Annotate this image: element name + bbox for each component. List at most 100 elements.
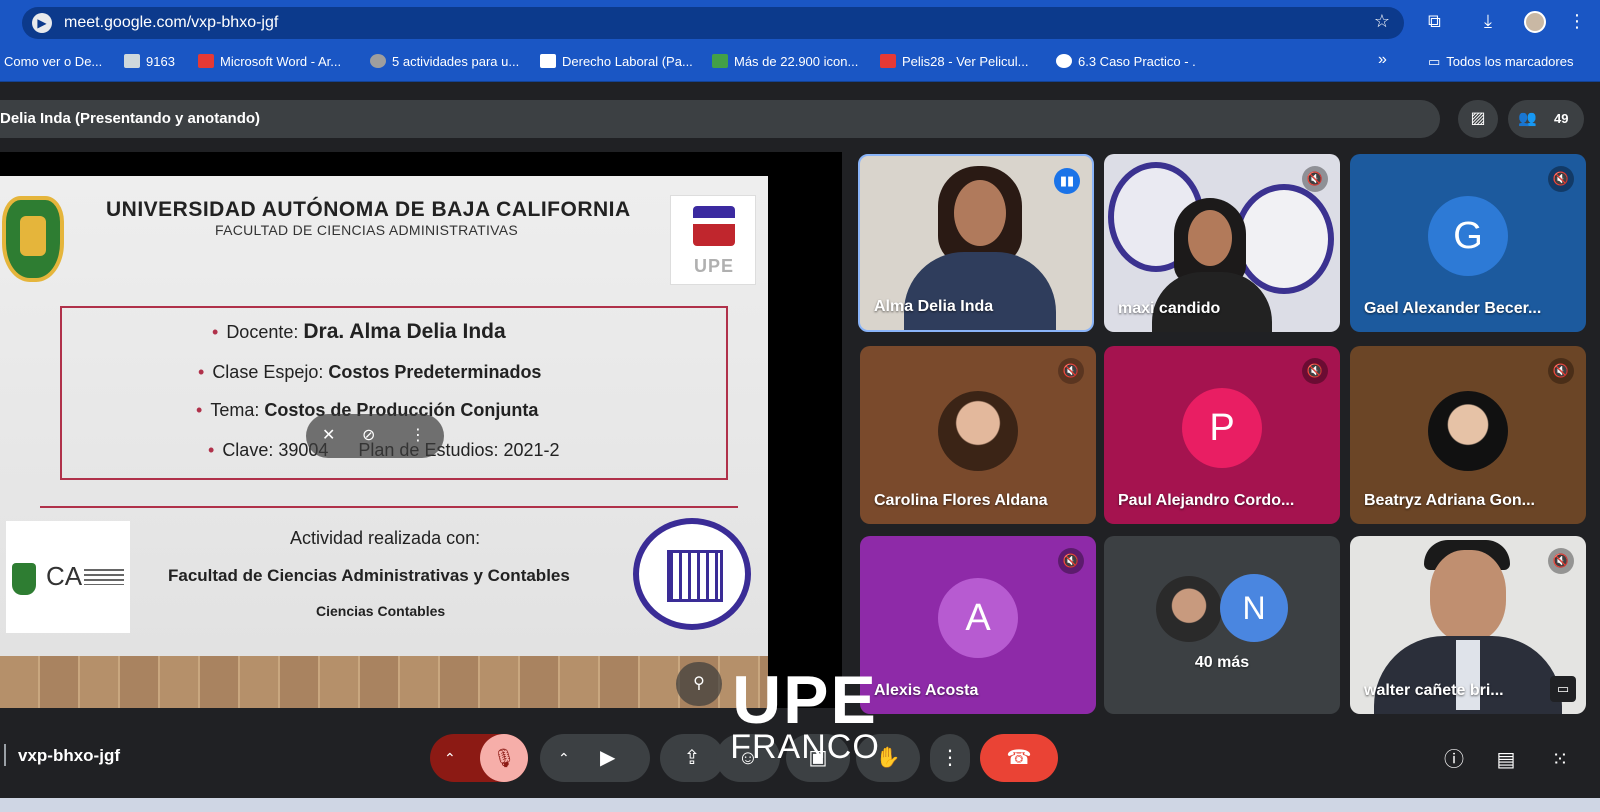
url-text[interactable]: meet.google.com/vxp-bhxo-jgf bbox=[64, 14, 278, 32]
bookmark-favicon bbox=[370, 54, 386, 68]
camera-icon[interactable]: ▶ bbox=[600, 734, 615, 782]
participant-tile[interactable]: ▮▮ Alma Delia Inda bbox=[858, 154, 1094, 332]
camera-control[interactable]: ⌃ ▶ bbox=[540, 734, 650, 782]
participant-name: walter cañete bri... bbox=[1364, 682, 1504, 699]
fca-logo-text: CA bbox=[46, 561, 83, 591]
emoji-icon: ☺ bbox=[737, 747, 759, 769]
meet-icon[interactable]: ▶ bbox=[32, 13, 52, 33]
upe-logo-emblem bbox=[693, 206, 735, 246]
participant-name: Carolina Flores Aldana bbox=[874, 492, 1048, 509]
extensions-icon[interactable]: ⧉ bbox=[1428, 11, 1441, 32]
background-seal bbox=[1234, 184, 1334, 294]
mic-off-icon: 🔇 bbox=[1302, 358, 1328, 384]
bookmark-item[interactable]: Microsoft Word - Ar... bbox=[198, 54, 341, 69]
clase-line: • Clase Espejo: Costos Predeterminados bbox=[198, 362, 542, 382]
address-bar[interactable]: ▶ meet.google.com/vxp-bhxo-jgf ☆ bbox=[22, 7, 1404, 39]
slide-subtitle: FACULTAD DE CIENCIAS ADMINISTRATIVAS bbox=[215, 222, 519, 238]
microphone-control[interactable]: ⌃ 🎙 bbox=[430, 734, 528, 782]
program-name: Ciencias Contables bbox=[316, 603, 446, 619]
participant-tile[interactable]: A 🔇 Alexis Acosta bbox=[860, 536, 1096, 714]
leave-call-button[interactable]: ☎ bbox=[980, 734, 1058, 782]
hand-icon: ✋ bbox=[875, 747, 901, 769]
mic-off-icon: 🔇 bbox=[1058, 548, 1084, 574]
bookmark-item[interactable]: Pelis28 - Ver Pelicul... bbox=[880, 54, 1028, 69]
os-taskbar bbox=[0, 798, 1600, 812]
more-options-button[interactable]: ⋮ bbox=[930, 734, 970, 782]
bookmark-item[interactable]: Derecho Laboral (Pa... bbox=[540, 54, 693, 69]
hang-up-icon: ☎ bbox=[1006, 747, 1032, 769]
chevron-up-icon[interactable]: ⌃ bbox=[444, 734, 456, 782]
present-button[interactable]: ⇪ bbox=[660, 734, 724, 782]
captions-button[interactable]: ▣ bbox=[786, 734, 850, 782]
bookmarks-bar: Como ver o De... 9163 Microsoft Word - A… bbox=[0, 44, 1600, 82]
participant-tile[interactable]: G 🔇 Gael Alexander Becer... bbox=[1350, 154, 1586, 332]
more-options-icon[interactable]: ⋮ bbox=[410, 425, 426, 445]
mic-off-icon[interactable]: 🎙 bbox=[480, 734, 528, 782]
participant-count: 49 bbox=[1554, 111, 1569, 126]
raise-hand-button[interactable]: ✋ bbox=[856, 734, 920, 782]
avatar: P bbox=[1182, 387, 1262, 468]
participant-video-face bbox=[1188, 210, 1232, 266]
mic-off-icon: 🔇 bbox=[1302, 166, 1328, 192]
mic-off-icon: 🔇 bbox=[1548, 166, 1574, 192]
unpin-icon[interactable]: ✕ bbox=[322, 425, 335, 445]
reactions-button[interactable]: ☺ bbox=[716, 734, 780, 782]
star-icon[interactable]: ☆ bbox=[1374, 11, 1390, 32]
participant-tile[interactable]: 🔇 Carolina Flores Aldana bbox=[860, 346, 1096, 524]
uabc-logo bbox=[2, 196, 64, 282]
participants-button[interactable]: 👥 49 bbox=[1508, 100, 1584, 138]
participant-tile[interactable]: 🔇 maxi candido bbox=[1104, 154, 1340, 332]
upe-logo-text: UPE bbox=[693, 256, 734, 276]
avatar: A bbox=[938, 577, 1018, 658]
chat-icon[interactable]: ▤ bbox=[1490, 744, 1522, 776]
bookmark-item[interactable]: Como ver o De... bbox=[4, 54, 102, 69]
participant-name: maxi candido bbox=[1118, 300, 1221, 317]
faculty-seal bbox=[633, 518, 751, 630]
more-participants-tile[interactable]: N 40 más bbox=[1104, 536, 1340, 714]
bookmark-item[interactable]: Más de 22.900 icon... bbox=[712, 54, 858, 69]
more-participants-label: 40 más bbox=[1194, 654, 1250, 671]
menu-icon[interactable]: ⋮ bbox=[1568, 11, 1586, 32]
chevron-up-icon[interactable]: ⌃ bbox=[558, 734, 570, 782]
avatar bbox=[1428, 391, 1508, 472]
participant-name: Alexis Acosta bbox=[874, 682, 979, 699]
stop-presenting-icon[interactable]: ▨ bbox=[1458, 100, 1498, 138]
bookmark-item[interactable]: 9163 bbox=[124, 54, 175, 69]
bookmark-favicon bbox=[712, 54, 728, 68]
participant-tile[interactable]: 🔇 Beatryz Adriana Gon... bbox=[1350, 346, 1586, 524]
participant-name: Beatryz Adriana Gon... bbox=[1364, 492, 1535, 509]
apps-grid-icon[interactable]: ⁙ bbox=[1544, 744, 1576, 776]
mic-off-icon: 🔇 bbox=[1548, 358, 1574, 384]
participant-video-face bbox=[954, 180, 1006, 246]
presenter-banner: Delia Inda (Presentando y anotando) bbox=[0, 100, 1440, 138]
profile-icon[interactable] bbox=[1524, 11, 1546, 33]
browser-toolbar: ▶ meet.google.com/vxp-bhxo-jgf ☆ ⧉ ⤓ ⋮ bbox=[0, 0, 1600, 44]
bookmark-favicon bbox=[124, 54, 140, 68]
presenter-banner-text: Delia Inda (Presentando y anotando) bbox=[0, 110, 261, 127]
present-icon: ⇪ bbox=[683, 747, 701, 769]
bookmark-item[interactable]: 6.3 Caso Practico - . bbox=[1056, 54, 1196, 69]
bookmark-item[interactable]: 5 actividades para u... bbox=[370, 54, 519, 69]
pip-icon[interactable]: ▭ bbox=[1550, 676, 1576, 702]
hide-icon[interactable]: ⊘ bbox=[362, 425, 375, 445]
download-icon[interactable]: ⤓ bbox=[1484, 11, 1492, 32]
faculty-name: Facultad de Ciencias Administrativas y C… bbox=[168, 566, 570, 585]
meeting-code: vxp-bhxo-jgf bbox=[18, 746, 120, 765]
participant-tile[interactable]: 🔇 ▭ walter cañete bri... bbox=[1350, 536, 1586, 714]
participant-name: Gael Alexander Becer... bbox=[1364, 300, 1542, 317]
activity-heading: Actividad realizada con: bbox=[290, 528, 481, 548]
bookmark-favicon bbox=[198, 54, 214, 68]
participant-video bbox=[1430, 550, 1506, 642]
all-bookmarks[interactable]: ▭ Todos los marcadores bbox=[1428, 54, 1573, 70]
bookmark-favicon bbox=[540, 54, 556, 68]
people-icon: 👥 bbox=[1518, 110, 1537, 127]
avatar bbox=[1156, 576, 1222, 642]
fca-logo-shield bbox=[12, 563, 36, 595]
info-icon[interactable]: ⓘ bbox=[1438, 744, 1470, 776]
bookmark-favicon bbox=[880, 54, 896, 68]
bookmarks-more[interactable]: » bbox=[1378, 51, 1387, 69]
mic-off-icon: 🔇 bbox=[1058, 358, 1084, 384]
fca-logo: CA bbox=[6, 521, 130, 633]
zoom-icon[interactable]: ⚲ bbox=[676, 662, 722, 706]
participant-tile[interactable]: P 🔇 Paul Alejandro Cordo... bbox=[1104, 346, 1340, 524]
